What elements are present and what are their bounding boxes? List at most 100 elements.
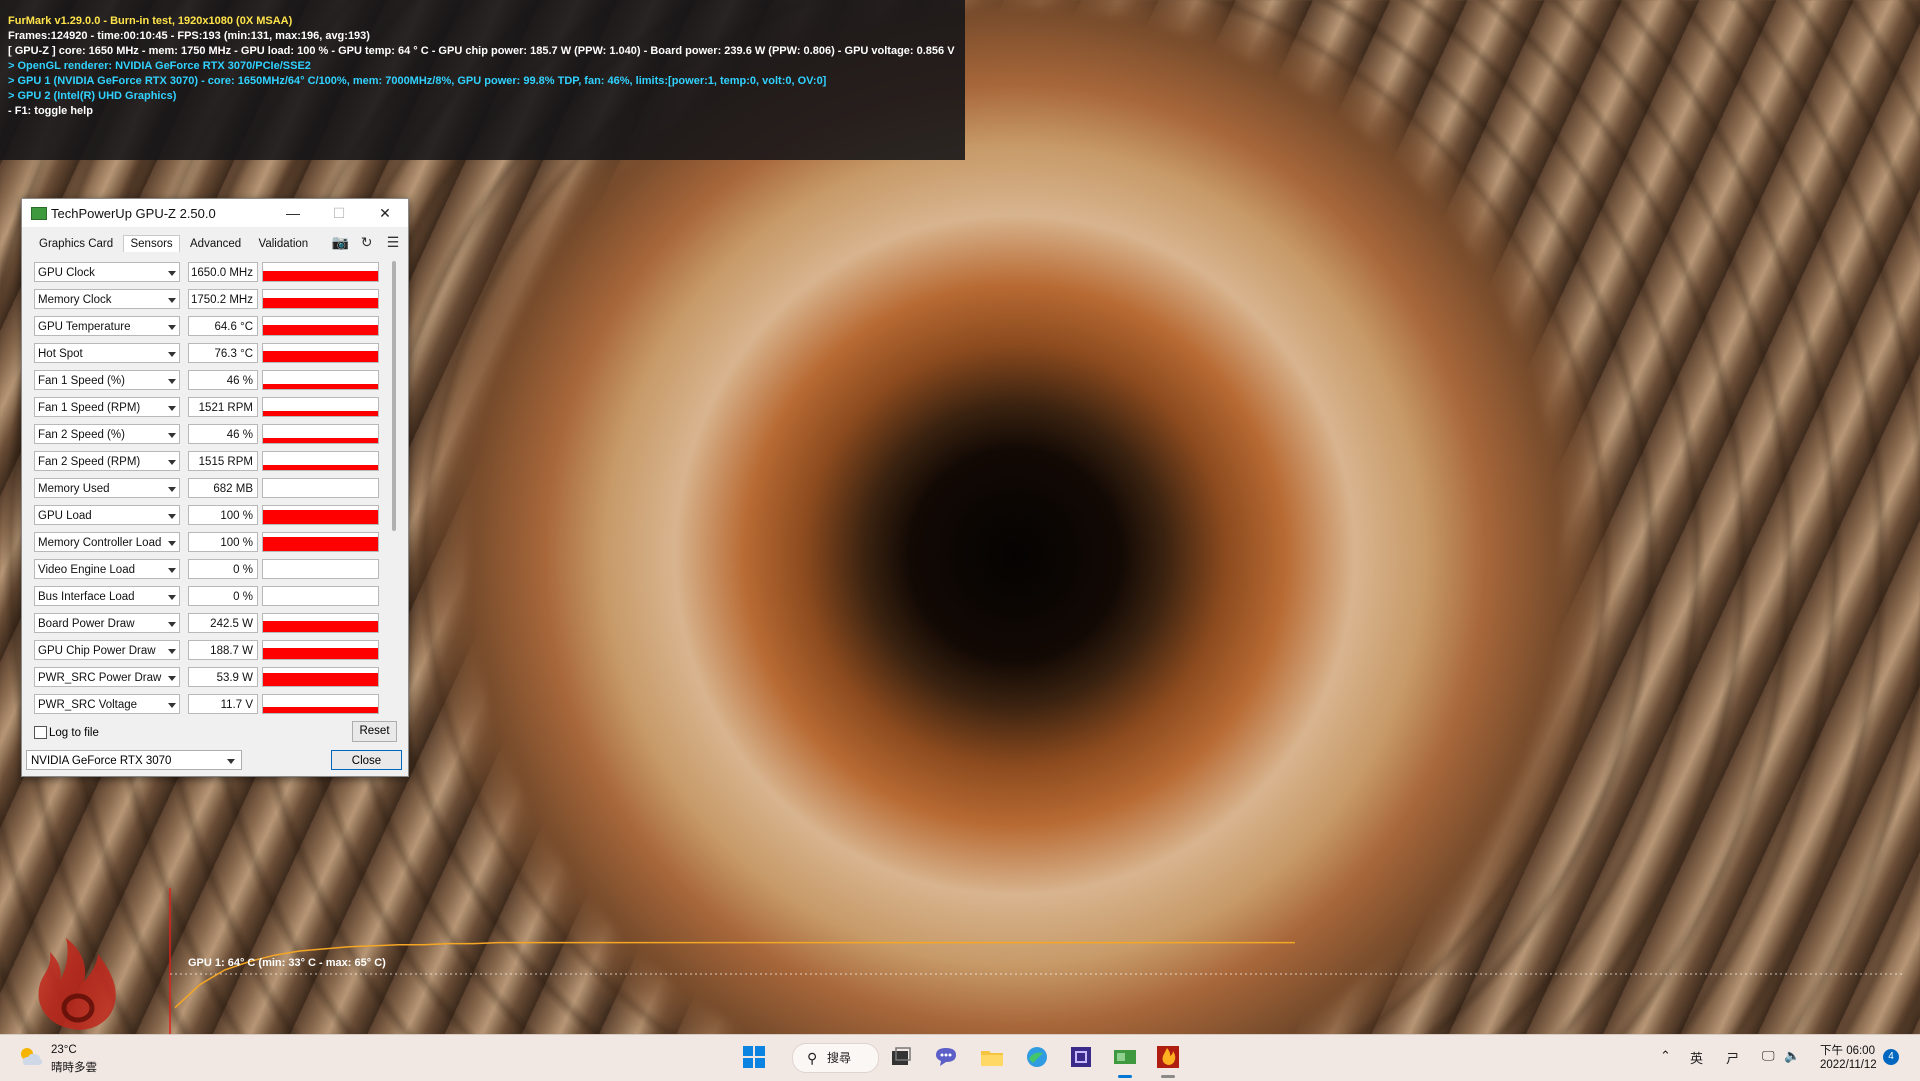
- sensor-name-dropdown[interactable]: Hot Spot: [34, 343, 180, 363]
- sensor-row: GPU Clock 1650.0 MHz: [34, 261, 394, 288]
- tab-graphics-card[interactable]: Graphics Card: [32, 235, 120, 253]
- sensor-graph-bar: [263, 350, 378, 362]
- cpu-app-icon[interactable]: [1067, 1043, 1095, 1071]
- furmark-gpu1: > GPU 1 (NVIDIA GeForce RTX 3070) - core…: [8, 75, 827, 87]
- sensor-name: GPU Load: [38, 510, 92, 522]
- ime-indicator[interactable]: 英: [1690, 1048, 1703, 1067]
- chevron-down-icon: [168, 568, 176, 573]
- chevron-down-icon: [168, 622, 176, 627]
- taskbar: 23°C 晴時多雲 ⚲ 搜尋 ⌃ 英 ㄕ 🖵 🔈 下午 06:00 2022/1…: [0, 1034, 1920, 1081]
- sensor-name-dropdown[interactable]: GPU Temperature: [34, 316, 180, 336]
- sensor-graph-bar: [263, 509, 378, 524]
- chevron-down-icon: [168, 649, 176, 654]
- search-box[interactable]: ⚲ 搜尋: [792, 1043, 879, 1073]
- sensor-graph: [262, 424, 379, 444]
- maximize-button[interactable]: ☐: [316, 199, 362, 227]
- weather-condition[interactable]: 晴時多雲: [51, 1059, 97, 1075]
- network-icon[interactable]: 🖵: [1762, 1048, 1775, 1064]
- sensor-name-dropdown[interactable]: PWR_SRC Power Draw: [34, 667, 180, 687]
- reset-button[interactable]: Reset: [352, 721, 397, 742]
- device-select[interactable]: NVIDIA GeForce RTX 3070: [26, 750, 242, 770]
- tab-advanced[interactable]: Advanced: [183, 235, 248, 253]
- sensor-value: 64.6 °C: [188, 316, 258, 336]
- sensor-graph: [262, 343, 379, 363]
- task-view-icon[interactable]: [887, 1043, 915, 1071]
- sensor-name-dropdown[interactable]: Bus Interface Load: [34, 586, 180, 606]
- chevron-down-icon: [168, 433, 176, 438]
- notification-badge[interactable]: 4: [1883, 1049, 1899, 1065]
- sensor-graph: [262, 667, 379, 687]
- sensor-name: Fan 2 Speed (RPM): [38, 456, 141, 468]
- sensor-graph-bar: [263, 620, 378, 632]
- sensor-row: Bus Interface Load 0 %: [34, 585, 394, 612]
- ime-mode-icon[interactable]: ㄕ: [1726, 1048, 1739, 1067]
- gpuz-titlebar[interactable]: TechPowerUp GPU-Z 2.50.0 — ☐ ✕: [22, 199, 408, 227]
- sensor-scrollbar[interactable]: [392, 261, 396, 531]
- gpuz-window[interactable]: TechPowerUp GPU-Z 2.50.0 — ☐ ✕ Graphics …: [21, 198, 409, 777]
- minimize-button[interactable]: —: [270, 199, 316, 227]
- sensor-name: Fan 1 Speed (RPM): [38, 402, 141, 414]
- sensor-name-dropdown[interactable]: PWR_SRC Voltage: [34, 694, 180, 714]
- sensor-value: 1650.0 MHz: [188, 262, 258, 282]
- sensor-graph-bar: [263, 325, 378, 335]
- sensor-row: Memory Used 682 MB: [34, 477, 394, 504]
- chevron-down-icon: [168, 460, 176, 465]
- log-checkbox[interactable]: [34, 726, 47, 740]
- sensor-name-dropdown[interactable]: GPU Load: [34, 505, 180, 525]
- sensor-name-dropdown[interactable]: Fan 2 Speed (RPM): [34, 451, 180, 471]
- furmark-gpu2: > GPU 2 (Intel(R) UHD Graphics): [8, 90, 177, 102]
- search-icon: ⚲: [807, 1050, 818, 1066]
- browser-icon[interactable]: [1023, 1043, 1051, 1071]
- sensor-name-dropdown[interactable]: Fan 2 Speed (%): [34, 424, 180, 444]
- close-button[interactable]: Close: [331, 750, 402, 770]
- weather-temperature[interactable]: 23°C: [51, 1044, 77, 1056]
- sensor-graph-bar: [263, 673, 378, 686]
- gpuz-toolbar: 📷 ↻ ☰: [326, 233, 402, 251]
- device-select-value: NVIDIA GeForce RTX 3070: [31, 755, 172, 767]
- close-window-button[interactable]: ✕: [362, 199, 408, 227]
- sensor-value: 188.7 W: [188, 640, 258, 660]
- sensor-name-dropdown[interactable]: Memory Used: [34, 478, 180, 498]
- tab-validation[interactable]: Validation: [252, 235, 316, 253]
- furmark-gpuz-line: [ GPU-Z ] core: 1650 MHz - mem: 1750 MHz…: [8, 45, 955, 57]
- sensor-row: PWR_SRC Power Draw 53.9 W: [34, 666, 394, 693]
- sensor-name: GPU Chip Power Draw: [38, 645, 156, 657]
- sensor-name-dropdown[interactable]: Fan 1 Speed (RPM): [34, 397, 180, 417]
- volume-icon[interactable]: 🔈: [1784, 1048, 1800, 1064]
- sensor-graph: [262, 451, 379, 471]
- sensor-name-dropdown[interactable]: Video Engine Load: [34, 559, 180, 579]
- chevron-up-icon[interactable]: ⌃: [1660, 1048, 1671, 1064]
- sensor-row: Board Power Draw 242.5 W: [34, 612, 394, 639]
- menu-icon[interactable]: ☰: [384, 233, 402, 251]
- sensor-name-dropdown[interactable]: Memory Controller Load: [34, 532, 180, 552]
- clock-date[interactable]: 2022/11/12: [1820, 1059, 1877, 1071]
- chevron-down-icon: [227, 759, 235, 764]
- sensor-value: 0 %: [188, 586, 258, 606]
- sensor-value: 53.9 W: [188, 667, 258, 687]
- sensor-value: 1521 RPM: [188, 397, 258, 417]
- gpuz-taskbar-icon[interactable]: [1111, 1043, 1139, 1071]
- sensor-name: Bus Interface Load: [38, 591, 135, 603]
- clock-time[interactable]: 下午 06:00: [1820, 1042, 1875, 1058]
- gpuz-app-icon: [31, 207, 47, 220]
- sensor-row: Fan 2 Speed (%) 46 %: [34, 423, 394, 450]
- sensor-name-dropdown[interactable]: GPU Clock: [34, 262, 180, 282]
- file-explorer-icon[interactable]: [978, 1043, 1006, 1071]
- sensor-name-dropdown[interactable]: GPU Chip Power Draw: [34, 640, 180, 660]
- sensor-name-dropdown[interactable]: Board Power Draw: [34, 613, 180, 633]
- sensor-name: Hot Spot: [38, 348, 83, 360]
- tab-sensors[interactable]: Sensors: [123, 235, 180, 252]
- log-to-file[interactable]: Log to file: [34, 725, 99, 740]
- chat-icon[interactable]: [932, 1043, 960, 1071]
- sensor-row: GPU Temperature 64.6 °C: [34, 315, 394, 342]
- temperature-curve: [174, 941, 1295, 1009]
- furmark-taskbar-icon[interactable]: [1154, 1043, 1182, 1071]
- camera-icon[interactable]: 📷: [331, 233, 349, 251]
- sensor-name-dropdown[interactable]: Fan 1 Speed (%): [34, 370, 180, 390]
- refresh-icon[interactable]: ↻: [358, 233, 376, 251]
- start-icon[interactable]: [740, 1043, 768, 1071]
- partly-cloudy-icon[interactable]: [18, 1045, 44, 1067]
- sensor-row: GPU Load 100 %: [34, 504, 394, 531]
- sensor-list: GPU Clock 1650.0 MHz Memory Clock 1750.2 MH…: [34, 261, 394, 720]
- sensor-name-dropdown[interactable]: Memory Clock: [34, 289, 180, 309]
